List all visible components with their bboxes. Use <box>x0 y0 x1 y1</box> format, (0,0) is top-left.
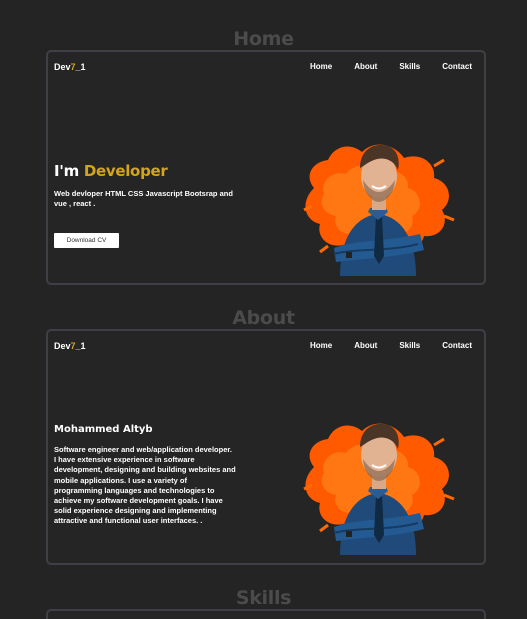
home-card: Dev7_1 Home About Skills Contact I'm Dev… <box>46 50 486 285</box>
site-logo[interactable]: Dev7_1 <box>54 62 86 72</box>
about-top-nav: Dev7_1 Home About Skills Contact <box>54 341 472 355</box>
skills-section-heading: Skills <box>235 587 292 609</box>
nav-link-home[interactable]: Home <box>310 62 332 71</box>
nav-links: Home About Skills Contact <box>288 341 472 350</box>
nav-links: Home About Skills Contact <box>288 62 472 71</box>
page: Home Dev7_1 Home About Skills Contact I'… <box>0 0 527 619</box>
nav-link-skills[interactable]: Skills <box>399 341 420 350</box>
skills-card <box>46 609 486 619</box>
hero-description: Web devloper HTML CSS Javascript Bootsra… <box>54 189 233 208</box>
hero-title-prefix: I'm <box>54 162 79 180</box>
developer-portrait-image <box>284 116 464 276</box>
top-nav: Dev7_1 Home About Skills Contact <box>54 62 472 76</box>
logo-prefix: Dev <box>54 62 71 72</box>
about-card: Dev7_1 Home About Skills Contact Mohamme… <box>46 329 486 565</box>
nav-link-about[interactable]: About <box>354 62 377 71</box>
download-cv-button[interactable]: Download CV <box>54 233 119 248</box>
hero-title-accent: Developer <box>83 162 168 180</box>
site-logo[interactable]: Dev7_1 <box>54 341 86 351</box>
nav-link-home[interactable]: Home <box>310 341 332 350</box>
logo-prefix: Dev <box>54 341 71 351</box>
nav-link-contact[interactable]: Contact <box>442 341 472 350</box>
nav-link-skills[interactable]: Skills <box>399 62 420 71</box>
about-name: Mohammed Altyb <box>54 424 153 435</box>
about-description: Software engineer and web/application de… <box>54 445 236 526</box>
about-section-heading: About <box>232 307 295 329</box>
nav-link-contact[interactable]: Contact <box>442 62 472 71</box>
developer-portrait-image <box>284 395 464 555</box>
logo-suffix: _1 <box>75 341 86 351</box>
logo-suffix: _1 <box>75 62 86 72</box>
home-section-heading: Home <box>233 28 294 50</box>
hero-title: I'm Developer <box>54 162 168 180</box>
nav-link-about[interactable]: About <box>354 341 377 350</box>
